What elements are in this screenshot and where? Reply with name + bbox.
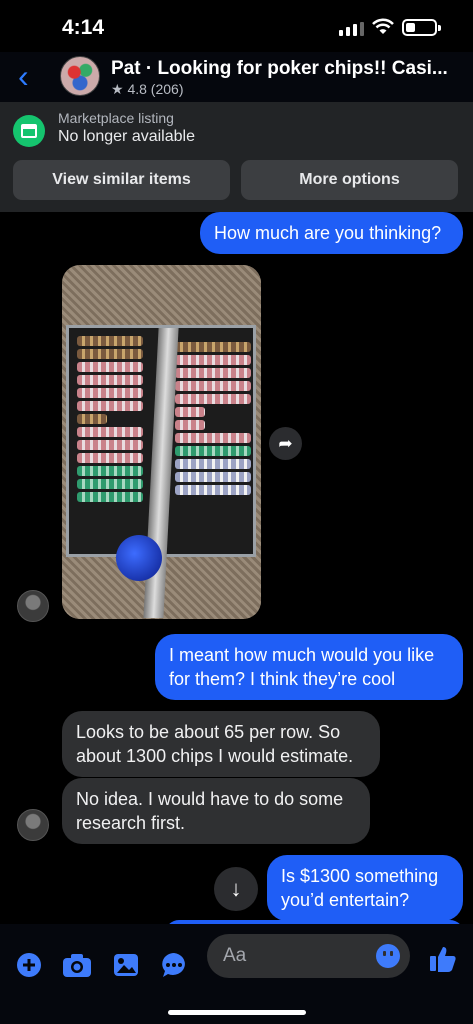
message-incoming[interactable]: No idea. I would have to do some researc… — [62, 778, 370, 844]
message-composer — [0, 924, 473, 1024]
image-icon[interactable] — [111, 950, 141, 980]
battery-icon — [402, 19, 441, 36]
thumbs-up-icon[interactable] — [428, 944, 458, 974]
listing-status: No longer available — [58, 128, 195, 145]
home-indicator — [168, 1010, 306, 1015]
smiley-icon[interactable] — [376, 944, 400, 968]
listing-thumbnail[interactable] — [60, 56, 100, 96]
message-input-container[interactable] — [207, 934, 410, 978]
message-input[interactable] — [223, 934, 373, 978]
status-time: 4:14 — [62, 16, 105, 39]
more-options-button[interactable]: More options — [241, 160, 458, 200]
message-outgoing[interactable]: How much are you thinking? — [200, 212, 463, 254]
signal-icon — [339, 22, 364, 36]
avatar[interactable] — [17, 809, 49, 841]
view-similar-button[interactable]: View similar items — [13, 160, 230, 200]
photo-attachment[interactable] — [62, 265, 261, 619]
marketplace-icon — [13, 115, 45, 147]
marketplace-label: Marketplace listing — [58, 110, 174, 126]
avatar[interactable] — [17, 590, 49, 622]
plus-circle-icon[interactable] — [14, 950, 44, 980]
message-outgoing[interactable]: I meant how much would you like for them… — [155, 634, 463, 700]
chevron-left-icon[interactable]: ‹ — [18, 60, 44, 92]
wifi-icon — [372, 18, 394, 34]
conversation-header: ‹ Pat · Looking for poker chips!! Casi..… — [0, 52, 473, 102]
message-outgoing[interactable]: Is $1300 something you’d entertain? — [267, 855, 463, 921]
arrow-down-icon[interactable]: ↓ — [214, 867, 258, 911]
share-arrow-icon[interactable]: ➦ — [269, 427, 302, 460]
status-bar: 4:14 — [0, 0, 473, 52]
marketplace-banner: Marketplace listing No longer available … — [0, 102, 473, 212]
chip-case-image — [66, 325, 256, 618]
conversation-title[interactable]: Pat · Looking for poker chips!! Casi... — [111, 58, 456, 80]
message-incoming[interactable]: Looks to be about 65 per row. So about 1… — [62, 711, 380, 777]
chat-bubble-icon[interactable] — [159, 950, 189, 980]
seller-rating: ★ 4.8 (206) — [111, 81, 184, 97]
camera-icon[interactable] — [62, 950, 92, 980]
